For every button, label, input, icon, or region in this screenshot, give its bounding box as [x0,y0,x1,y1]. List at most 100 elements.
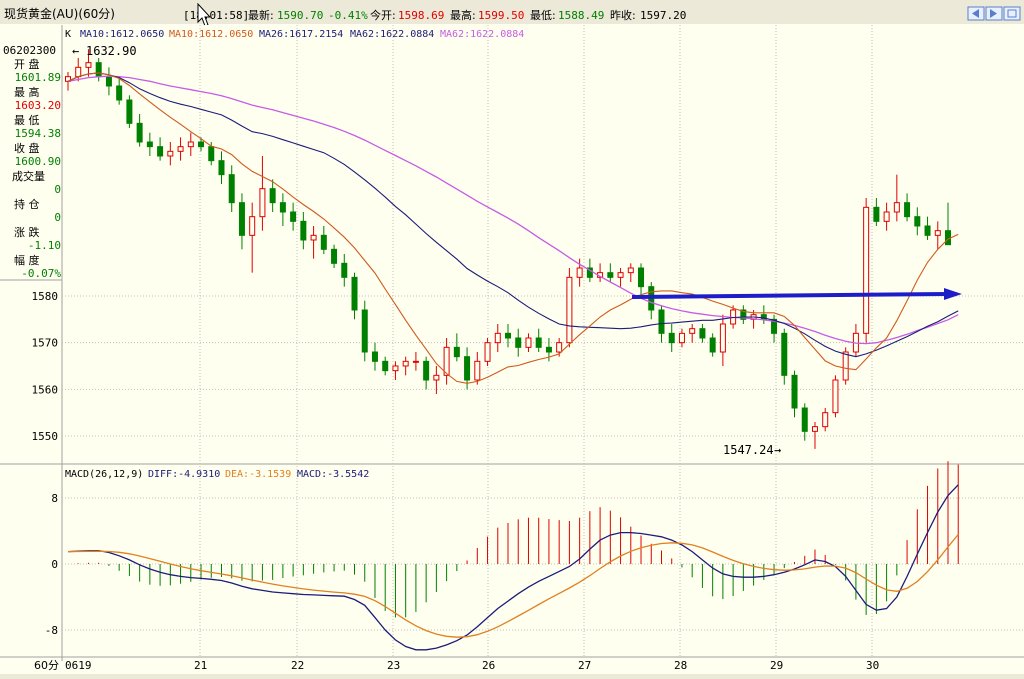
macd-name: MACD(26,12,9) [65,469,143,480]
candle-body [863,206,870,334]
candle-body [453,346,460,358]
time-tick-label: 22 [291,659,304,672]
candle-body [832,379,839,414]
macd-tick-label: 8 [51,492,58,505]
candle-body [607,272,614,278]
low-value: 1588.49 [558,9,604,22]
chart-canvas[interactable]: 现货黄金(AU)(60分) [18:01:58] 最新: 1590.70 -0.… [0,0,1024,679]
candle-body [535,337,542,348]
candle-body [116,85,123,101]
latest-change: -0.41% [328,9,368,22]
candle-body [423,360,430,381]
k-label: K [65,29,71,40]
candle-body [914,216,921,227]
candle-body [873,206,880,222]
candle-body [945,230,951,246]
chart-window: 现货黄金(AU)(60分) [18:01:58] 最新: 1590.70 -0.… [0,0,1024,679]
prev-value: 1597.20 [640,9,686,22]
candle-body [187,141,194,148]
candle-body [515,337,522,348]
time-tick-label: 27 [578,659,591,672]
candle-body [781,332,788,376]
candle-body [320,234,327,250]
candle-body [617,272,624,278]
min-price-annotation: 1547.24 [723,443,774,457]
candle-body [228,174,235,204]
candle-body [105,76,112,87]
candle-body [238,202,245,236]
info-hold-label: 持 仓 [14,197,40,211]
price-tick-label: 1550 [32,430,59,443]
open-value: 1598.69 [398,9,444,22]
candle-body [310,234,317,241]
price-tick-label: 1570 [32,337,59,350]
macd-tick-label: -8 [45,624,58,637]
candle-body [198,141,205,148]
candle-body [177,146,184,152]
candle-body [167,150,174,157]
candle-body [95,62,102,78]
window-title: 现货黄金(AU)(60分) [4,6,115,21]
candle [361,300,368,362]
prev-icon[interactable] [967,6,985,21]
candle-body [208,146,215,162]
candle-body [259,188,266,218]
info-close-value: 1600.90 [15,155,61,168]
time-tick-label: 0619 [65,659,92,672]
candle-body [126,99,133,124]
candle-body [300,220,307,241]
candle-body [638,267,645,288]
candle-body [934,230,941,236]
candle-body [371,351,378,362]
candle-body [842,351,849,381]
candle-body [545,346,552,353]
candle-body [464,356,471,381]
info-volume-value: 0 [54,183,61,196]
candle-body [699,328,706,339]
price-tick-label: 1560 [32,383,59,396]
info-change-label: 涨 跌 [14,225,40,239]
candle [126,95,133,128]
info-low-value: 1594.38 [15,127,61,140]
latest-value: 1590.70 [277,9,323,22]
ma-legend: K MA10:1612.0650 MA10:1612.0650 MA26:161… [65,29,524,40]
candle-body [351,276,358,311]
info-date: 06202300 [3,44,56,57]
high-label: 最高: [450,8,476,22]
candle-body [392,365,399,372]
macd-value-label: MACD:-3.5542 [297,469,369,480]
candle-body [627,267,634,274]
candle-body [668,332,675,344]
max-price-annotation: 1632.90 [86,44,137,58]
candle-body [678,332,685,344]
info-low-label: 最 低 [14,114,40,127]
time-tick-label: 26 [482,659,495,672]
period-label: 60分 [34,659,59,672]
candle-body [279,202,286,213]
candle-body [801,407,808,432]
candle-body [566,276,573,344]
prev-label: 昨收: [610,8,636,22]
latest-label: 最新: [248,8,274,22]
candle [484,338,491,366]
candle-body [341,262,348,278]
candle-body [689,328,696,334]
ma26-label: MA26:1617.2154 [259,29,343,40]
macd-diff-label: DIFF:-4.9310 [148,469,220,480]
time-tick-label: 29 [770,659,783,672]
quote-strip: 最新: 1590.70 -0.41% 今开: 1598.69 最高: 1599.… [248,8,686,22]
candle-body [556,342,563,353]
macd-legend: MACD(26,12,9) DIFF:-4.9310 DEA:-3.1539 M… [65,469,369,480]
restore-icon[interactable] [1003,6,1021,21]
info-high-label: 最 高 [14,85,40,99]
candle-body [924,225,931,236]
next-icon[interactable] [985,6,1003,21]
price-tick-label: 1580 [32,290,59,303]
time-tick-label: 23 [387,659,400,672]
info-amplitude-value: -0.07% [21,267,61,280]
info-open-value: 1601.89 [15,71,61,84]
candle-body [361,309,368,353]
ma62-label: MA62:1622.0884 [350,29,434,40]
macd-dea-label: DEA:-3.1539 [225,469,291,480]
info-amplitude-label: 幅 度 [14,253,40,267]
